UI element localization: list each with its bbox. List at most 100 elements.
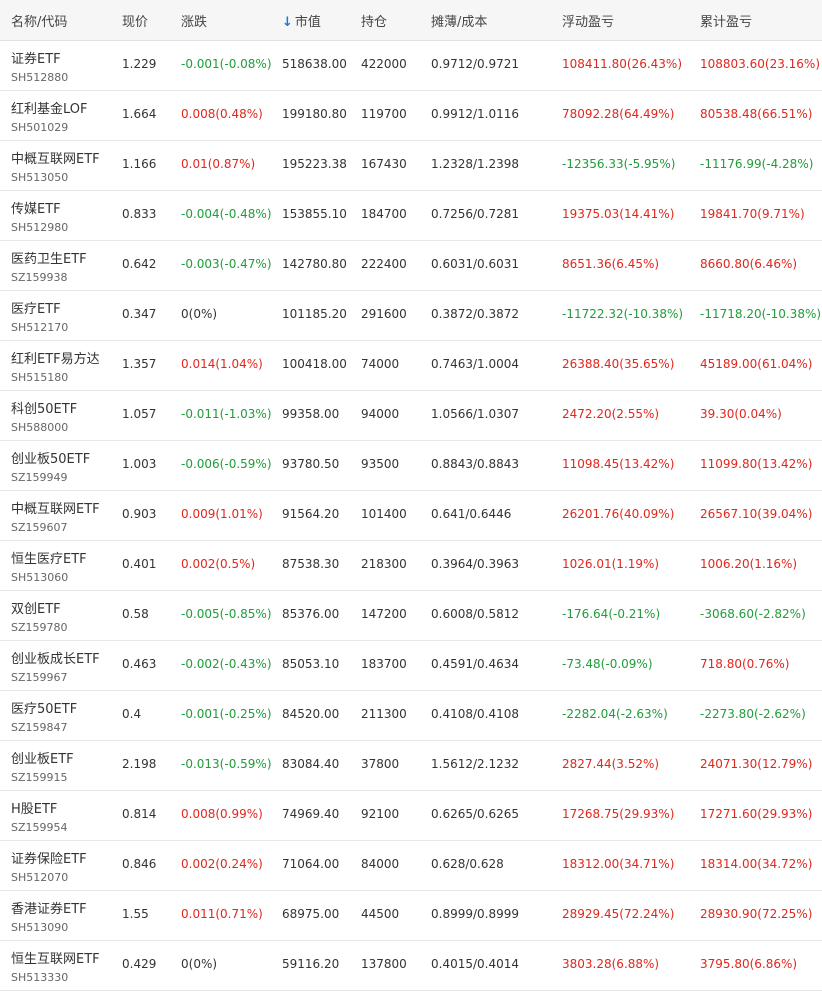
diluted-cost: 0.6265/0.6265 bbox=[431, 807, 520, 821]
market-value: 71064.00 bbox=[282, 857, 340, 871]
current-price: 0.903 bbox=[122, 507, 157, 521]
table-row[interactable]: 红利基金LOF SH501029 1.664 0.008(0.48%) 199180.8… bbox=[0, 91, 822, 141]
diluted-cost: 1.2328/1.2398 bbox=[431, 157, 520, 171]
diluted-cost: 0.8843/0.8843 bbox=[431, 457, 520, 471]
table-row[interactable]: 医疗ETF SH512170 0.347 0(0%) 101185.20 291600 0.… bbox=[0, 291, 822, 341]
table-row[interactable]: 传媒ETF SH512980 0.833 -0.004(-0.48%) 153855.1… bbox=[0, 191, 822, 241]
market-value: 518638.00 bbox=[282, 57, 347, 71]
diluted-cost: 0.641/0.6446 bbox=[431, 507, 512, 521]
col-header-holdings[interactable]: 持仓 bbox=[361, 11, 387, 30]
fund-name[interactable]: 红利基金LOF bbox=[11, 98, 88, 117]
market-value: 83084.40 bbox=[282, 757, 340, 771]
cumulative-pl: 80538.48(66.51%) bbox=[700, 107, 813, 121]
diluted-cost: 1.0566/1.0307 bbox=[431, 407, 520, 421]
table-row[interactable]: 恒生医疗ETF SH513060 0.401 0.002(0.5%) 87538.30 2… bbox=[0, 541, 822, 591]
market-value: 101185.20 bbox=[282, 307, 347, 321]
cumulative-pl: 28930.90(72.25%) bbox=[700, 907, 813, 921]
fund-code: SH512170 bbox=[11, 321, 69, 334]
current-price: 1.229 bbox=[122, 57, 157, 71]
col-header-change[interactable]: 涨跌 bbox=[181, 11, 207, 30]
fund-code: SZ159780 bbox=[11, 621, 68, 634]
col-header-price[interactable]: 现价 bbox=[122, 11, 148, 30]
table-row[interactable]: 中概互联网ETF SH513050 1.166 0.01(0.87%) 195223.3… bbox=[0, 141, 822, 191]
col-header-market-value[interactable]: ↓ 市值 bbox=[282, 11, 321, 30]
fund-name[interactable]: 中概互联网ETF bbox=[11, 498, 100, 517]
fund-name[interactable]: 创业板ETF bbox=[11, 748, 74, 767]
fund-name[interactable]: 医疗50ETF bbox=[11, 698, 77, 717]
price-change: -0.001(-0.08%) bbox=[181, 57, 272, 71]
table-row[interactable]: 医药卫生ETF SZ159938 0.642 -0.003(-0.47%) 142780… bbox=[0, 241, 822, 291]
holdings-qty: 184700 bbox=[361, 207, 407, 221]
fund-code: SH588000 bbox=[11, 421, 69, 434]
float-pl: 11098.45(13.42%) bbox=[562, 457, 675, 471]
market-value: 93780.50 bbox=[282, 457, 340, 471]
float-pl: 17268.75(29.93%) bbox=[562, 807, 675, 821]
holdings-qty: 74000 bbox=[361, 357, 400, 371]
price-change: -0.002(-0.43%) bbox=[181, 657, 272, 671]
current-price: 0.833 bbox=[122, 207, 157, 221]
cumulative-pl: 17271.60(29.93%) bbox=[700, 807, 813, 821]
table-row[interactable]: 创业板50ETF SZ159949 1.003 -0.006(-0.59%) 93780… bbox=[0, 441, 822, 491]
float-pl: 2827.44(3.52%) bbox=[562, 757, 660, 771]
cumulative-pl: 24071.30(12.79%) bbox=[700, 757, 813, 771]
fund-name[interactable]: 红利ETF易方达 bbox=[11, 348, 100, 367]
price-change: -0.005(-0.85%) bbox=[181, 607, 272, 621]
diluted-cost: 0.9912/1.0116 bbox=[431, 107, 520, 121]
current-price: 0.347 bbox=[122, 307, 157, 321]
table-row[interactable]: 医疗50ETF SZ159847 0.4 -0.001(-0.25%) 84520.00… bbox=[0, 691, 822, 741]
market-value: 142780.80 bbox=[282, 257, 347, 271]
fund-name[interactable]: 双创ETF bbox=[11, 598, 61, 617]
col-header-cum-pl[interactable]: 累计盈亏 bbox=[700, 11, 752, 30]
fund-name[interactable]: 创业板50ETF bbox=[11, 448, 90, 467]
fund-name[interactable]: 证券ETF bbox=[11, 48, 61, 67]
holdings-qty: 137800 bbox=[361, 957, 407, 971]
fund-name[interactable]: 创业板成长ETF bbox=[11, 648, 100, 667]
price-change: 0.014(1.04%) bbox=[181, 357, 263, 371]
table-row[interactable]: 证券保险ETF SH512070 0.846 0.002(0.24%) 71064.00… bbox=[0, 841, 822, 891]
fund-name[interactable]: 香港证券ETF bbox=[11, 898, 87, 917]
market-value: 84520.00 bbox=[282, 707, 340, 721]
holdings-qty: 94000 bbox=[361, 407, 400, 421]
fund-name[interactable]: 科创50ETF bbox=[11, 398, 77, 417]
cumulative-pl: -3068.60(-2.82%) bbox=[700, 607, 806, 621]
float-pl: 28929.45(72.24%) bbox=[562, 907, 675, 921]
cumulative-pl: 1006.20(1.16%) bbox=[700, 557, 798, 571]
table-row[interactable]: 创业板成长ETF SZ159967 0.463 -0.002(-0.43%) 85053… bbox=[0, 641, 822, 691]
float-pl: 8651.36(6.45%) bbox=[562, 257, 660, 271]
table-row[interactable]: 证券ETF SH512880 1.229 -0.001(-0.08%) 518638.0… bbox=[0, 41, 822, 91]
fund-name[interactable]: 医疗ETF bbox=[11, 298, 61, 317]
table-row[interactable]: H股ETF SZ159954 0.814 0.008(0.99%) 74969.40 92… bbox=[0, 791, 822, 841]
price-change: 0.008(0.99%) bbox=[181, 807, 263, 821]
diluted-cost: 0.3872/0.3872 bbox=[431, 307, 520, 321]
fund-name[interactable]: 恒生医疗ETF bbox=[11, 548, 87, 567]
price-change: 0.01(0.87%) bbox=[181, 157, 256, 171]
current-price: 0.58 bbox=[122, 607, 149, 621]
col-header-name[interactable]: 名称/代码 bbox=[11, 11, 67, 30]
col-header-cost[interactable]: 摊薄/成本 bbox=[431, 11, 487, 30]
fund-name[interactable]: H股ETF bbox=[11, 798, 57, 817]
float-pl: -12356.33(-5.95%) bbox=[562, 157, 676, 171]
fund-name[interactable]: 恒生互联网ETF bbox=[11, 948, 100, 967]
col-header-float-pl[interactable]: 浮动盈亏 bbox=[562, 11, 614, 30]
fund-name[interactable]: 中概互联网ETF bbox=[11, 148, 100, 167]
cumulative-pl: 11099.80(13.42%) bbox=[700, 457, 813, 471]
holdings-qty: 291600 bbox=[361, 307, 407, 321]
fund-name[interactable]: 证券保险ETF bbox=[11, 848, 87, 867]
table-row[interactable]: 红利ETF易方达 SH515180 1.357 0.014(1.04%) 100418.… bbox=[0, 341, 822, 391]
table-row[interactable]: 创业板ETF SZ159915 2.198 -0.013(-0.59%) 83084.4… bbox=[0, 741, 822, 791]
table-row[interactable]: 科创50ETF SH588000 1.057 -0.011(-1.03%) 99358.… bbox=[0, 391, 822, 441]
holdings-qty: 84000 bbox=[361, 857, 400, 871]
table-row[interactable]: 中概互联网ETF SZ159607 0.903 0.009(1.01%) 91564.2… bbox=[0, 491, 822, 541]
table-row[interactable]: 双创ETF SZ159780 0.58 -0.005(-0.85%) 85376.00 1… bbox=[0, 591, 822, 641]
price-change: -0.013(-0.59%) bbox=[181, 757, 272, 771]
current-price: 0.4 bbox=[122, 707, 142, 721]
table-row[interactable]: 香港证券ETF SH513090 1.55 0.011(0.71%) 68975.00 4… bbox=[0, 891, 822, 941]
current-price: 1.166 bbox=[122, 157, 157, 171]
price-change: 0(0%) bbox=[181, 957, 218, 971]
table-row[interactable]: 恒生互联网ETF SH513330 0.429 0(0%) 59116.20 137800… bbox=[0, 941, 822, 991]
current-price: 0.642 bbox=[122, 257, 157, 271]
fund-name[interactable]: 传媒ETF bbox=[11, 198, 61, 217]
current-price: 0.846 bbox=[122, 857, 157, 871]
fund-name[interactable]: 医药卫生ETF bbox=[11, 248, 87, 267]
current-price: 1.357 bbox=[122, 357, 157, 371]
